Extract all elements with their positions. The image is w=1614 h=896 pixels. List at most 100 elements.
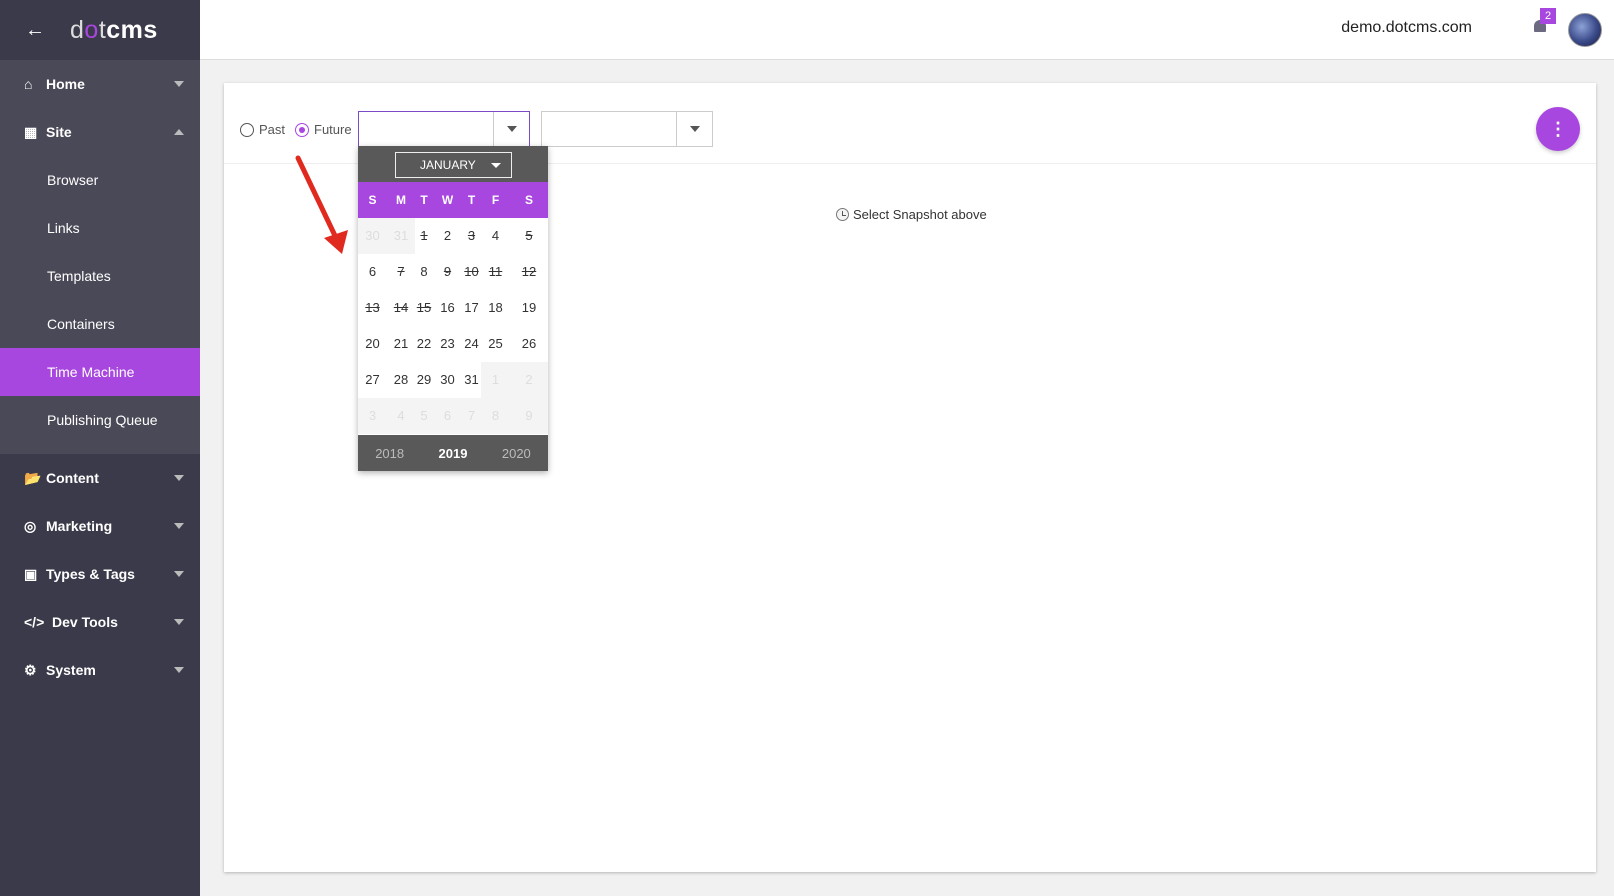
sidebar-item-system[interactable]: ⚙ System bbox=[0, 646, 200, 694]
brand-bar: ← dotcms bbox=[0, 0, 200, 60]
calendar-day: 2 bbox=[510, 362, 548, 398]
chevron-down-icon[interactable] bbox=[676, 112, 712, 146]
chevron-down-icon bbox=[174, 619, 184, 625]
dotcms-logo[interactable]: dotcms bbox=[70, 16, 158, 45]
calendar-day[interactable]: 10 bbox=[462, 254, 481, 290]
year-selector: 2018 2019 2020 bbox=[358, 435, 548, 471]
sidebar-item-content[interactable]: 📂 Content bbox=[0, 454, 200, 502]
calendar-day[interactable]: 11 bbox=[481, 254, 510, 290]
calendar-day[interactable]: 27 bbox=[358, 362, 387, 398]
year-current[interactable]: 2019 bbox=[439, 446, 468, 461]
calendar-popup: JANUARY S M T W T F S 30 31 1 2 3 4 5 6 7 8 9 10 11 1… bbox=[358, 146, 548, 471]
calendar-day[interactable]: 31 bbox=[462, 362, 481, 398]
calendar-day: 31 bbox=[387, 218, 415, 254]
weekday-label: M bbox=[396, 193, 406, 207]
chevron-down-icon bbox=[174, 475, 184, 481]
gear-icon: ⚙ bbox=[24, 661, 37, 678]
weekday-label: F bbox=[491, 193, 500, 207]
logo-dot: o bbox=[84, 15, 99, 44]
sidebar-item-browser[interactable]: Browser bbox=[0, 156, 200, 204]
avatar[interactable] bbox=[1568, 13, 1602, 47]
weekday-label: W bbox=[441, 193, 454, 207]
sidebar-item-label: Marketing bbox=[46, 518, 113, 534]
radio-past[interactable]: Past bbox=[240, 122, 285, 137]
weekday-label: T bbox=[420, 193, 428, 207]
code-icon: </> bbox=[24, 614, 45, 630]
calendar-day: 5 bbox=[415, 398, 433, 434]
calendar-day[interactable]: 17 bbox=[462, 290, 481, 326]
calendar-day[interactable]: 26 bbox=[510, 326, 548, 362]
calendar-day: 7 bbox=[462, 398, 481, 434]
radio-circle bbox=[240, 122, 254, 137]
year-next[interactable]: 2020 bbox=[502, 446, 531, 461]
calendar-day[interactable]: 13 bbox=[358, 290, 387, 326]
chevron-down-icon bbox=[174, 667, 184, 673]
date-dropdown[interactable] bbox=[358, 111, 530, 147]
calendar-day[interactable]: 23 bbox=[433, 326, 462, 362]
sidebar-item-templates[interactable]: Templates bbox=[0, 252, 200, 300]
calendar-header: JANUARY bbox=[358, 146, 548, 182]
calendar-day[interactable]: 22 bbox=[415, 326, 433, 362]
sidebar-item-time-machine[interactable]: Time Machine bbox=[0, 348, 200, 396]
sidebar-item-label: Site bbox=[46, 124, 72, 140]
calendar-day[interactable]: 24 bbox=[462, 326, 481, 362]
date-dropdown-value[interactable] bbox=[359, 112, 493, 146]
calendar-day[interactable]: 5 bbox=[510, 218, 548, 254]
sidebar-item-publishing-queue[interactable]: Publishing Queue bbox=[0, 396, 200, 444]
calendar-day[interactable]: 8 bbox=[415, 254, 433, 290]
site-selector[interactable]: demo.dotcms.com bbox=[1341, 19, 1472, 37]
sidebar-item-site[interactable]: ▦ Site bbox=[0, 108, 200, 156]
month-selector[interactable]: JANUARY bbox=[395, 152, 512, 178]
calendar-days: 30 31 1 2 3 4 5 6 7 8 9 10 11 12 13 14 15 16 17 18 19 20 21 22 2… bbox=[358, 218, 548, 434]
calendar-day[interactable]: 6 bbox=[358, 254, 387, 290]
calendar-day[interactable]: 3 bbox=[462, 218, 481, 254]
annotation-arrow-icon bbox=[295, 155, 348, 254]
radio-future[interactable]: Future bbox=[295, 122, 352, 137]
sitemap-icon: ▦ bbox=[24, 123, 38, 140]
radio-circle-selected bbox=[295, 122, 309, 137]
empty-state-message: Select Snapshot above bbox=[836, 207, 987, 222]
notification-badge: 2 bbox=[1540, 8, 1556, 24]
year-prev[interactable]: 2018 bbox=[375, 446, 404, 461]
calendar-day[interactable]: 2 bbox=[433, 218, 462, 254]
sidebar-item-types-tags[interactable]: ▣ Types & Tags bbox=[0, 550, 200, 598]
calendar-day[interactable]: 18 bbox=[481, 290, 510, 326]
calendar-day[interactable]: 14 bbox=[387, 290, 415, 326]
file-icon: ▣ bbox=[24, 565, 38, 582]
sidebar-item-dev-tools[interactable]: </> Dev Tools bbox=[0, 598, 200, 646]
sidebar-item-containers[interactable]: Containers bbox=[0, 300, 200, 348]
calendar-day[interactable]: 19 bbox=[510, 290, 548, 326]
logo-part: cms bbox=[106, 15, 158, 44]
sidebar-item-links[interactable]: Links bbox=[0, 204, 200, 252]
calendar-day[interactable]: 1 bbox=[415, 218, 433, 254]
radio-past-label: Past bbox=[259, 122, 286, 137]
bullseye-icon: ◎ bbox=[24, 517, 37, 534]
calendar-day[interactable]: 9 bbox=[433, 254, 462, 290]
back-arrow-icon[interactable]: ← bbox=[0, 19, 70, 42]
sidebar-item-home[interactable]: ⌂ Home bbox=[0, 60, 200, 108]
calendar-day: 30 bbox=[358, 218, 387, 254]
calendar-day[interactable]: 28 bbox=[387, 362, 415, 398]
submenu-spacer bbox=[0, 444, 200, 454]
top-bar: demo.dotcms.com 2 bbox=[200, 0, 1614, 60]
home-icon: ⌂ bbox=[24, 76, 33, 92]
calendar-day[interactable]: 16 bbox=[433, 290, 462, 326]
site-submenu: Browser Links Templates Containers Time … bbox=[0, 156, 200, 454]
calendar-day[interactable]: 30 bbox=[433, 362, 462, 398]
calendar-day[interactable]: 29 bbox=[415, 362, 433, 398]
chevron-down-icon[interactable] bbox=[493, 112, 529, 146]
weekday-label: S bbox=[368, 193, 377, 207]
calendar-day: 1 bbox=[481, 362, 510, 398]
calendar-day[interactable]: 15 bbox=[415, 290, 433, 326]
calendar-day[interactable]: 7 bbox=[387, 254, 415, 290]
snapshot-dropdown-value[interactable] bbox=[542, 112, 676, 146]
calendar-day[interactable]: 20 bbox=[358, 326, 387, 362]
calendar-day[interactable]: 21 bbox=[387, 326, 415, 362]
calendar-day[interactable]: 12 bbox=[510, 254, 548, 290]
calendar-day[interactable]: 25 bbox=[481, 326, 510, 362]
more-actions-button[interactable]: ⋮ bbox=[1536, 107, 1580, 151]
sidebar-item-marketing[interactable]: ◎ Marketing bbox=[0, 502, 200, 550]
calendar-day[interactable]: 4 bbox=[481, 218, 510, 254]
snapshot-dropdown[interactable] bbox=[541, 111, 713, 147]
calendar-day: 6 bbox=[433, 398, 462, 434]
